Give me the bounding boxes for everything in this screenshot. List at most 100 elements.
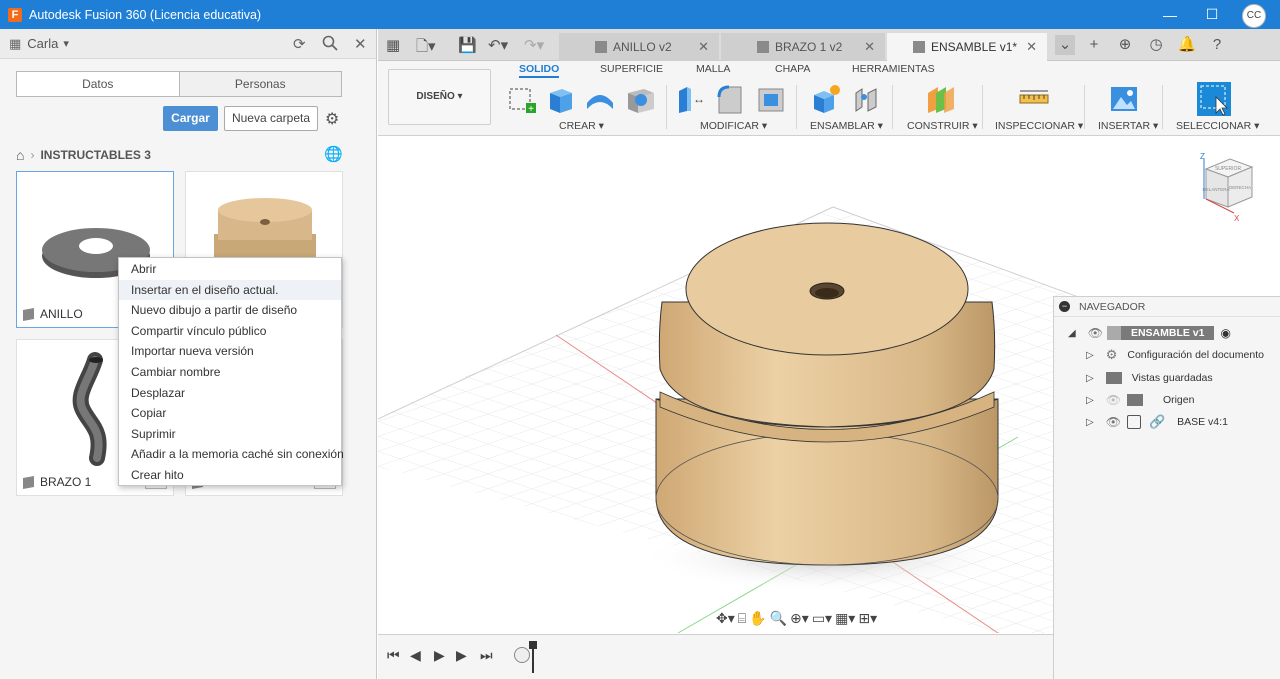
offset-plane-icon[interactable] [924, 83, 956, 115]
undo-icon[interactable]: ↶▾ [488, 36, 508, 54]
user-name[interactable]: Carla [27, 36, 58, 51]
refresh-icon[interactable]: ⟳ [293, 35, 306, 53]
file-menu-icon[interactable]: 🗋▾ [416, 36, 436, 61]
tab-personas[interactable]: Personas [178, 72, 341, 96]
avatar[interactable]: CC [1242, 4, 1266, 28]
new-tab-icon[interactable]: + [1084, 35, 1104, 55]
menu-item-insert-into-current-design[interactable]: Insertar en el diseño actual. [119, 279, 341, 301]
breadcrumb-project[interactable]: INSTRUCTABLES 3 [40, 148, 150, 162]
tab-solido[interactable]: SOLIDO [519, 63, 560, 78]
menu-item-open[interactable]: Abrir [119, 259, 341, 280]
menu-item-new-drawing[interactable]: Nuevo dibujo a partir de diseño [119, 300, 341, 321]
select-icon[interactable] [1196, 81, 1232, 117]
job-status-icon[interactable]: ◷ [1146, 35, 1166, 55]
tab-ensamble[interactable]: ENSAMBLE v1* ✕ [887, 33, 1047, 61]
tab-overflow-icon[interactable]: ⌄ [1055, 35, 1075, 55]
redo-icon[interactable]: ↷▾ [524, 36, 544, 54]
shell-icon[interactable] [755, 83, 787, 115]
navigator-item-origin[interactable]: ▷ 👁 Origen [1086, 389, 1194, 411]
press-pull-icon[interactable]: ↔ [675, 83, 707, 115]
navigator-item-named-views[interactable]: ▷ Vistas guardadas [1086, 367, 1213, 389]
menu-item-offline-cache[interactable]: Añadir a la memoria caché sin conexión [119, 444, 344, 465]
save-icon[interactable]: 💾 [458, 36, 477, 54]
joint-icon[interactable] [850, 83, 882, 115]
play-icon[interactable]: ▶ [434, 647, 445, 664]
expand-triangle-icon[interactable]: ◢ [1068, 328, 1076, 339]
tab-malla[interactable]: MALLA [696, 63, 730, 75]
close-tab-icon[interactable]: ✕ [698, 39, 709, 55]
chevron-down-icon[interactable]: ▾ [63, 37, 69, 50]
look-at-icon[interactable]: ⌸ [738, 610, 746, 627]
expand-triangle-icon[interactable]: ▷ [1086, 417, 1094, 428]
timeline-feature-icon[interactable] [514, 647, 530, 663]
navigator-root[interactable]: ◢ 👁 ENSAMBLE v1 ◉ [1068, 322, 1231, 344]
menu-item-move[interactable]: Desplazar [119, 383, 341, 404]
group-modify[interactable]: MODIFICAR ▾ [700, 120, 767, 132]
help-icon[interactable]: ? [1207, 35, 1227, 55]
viewcube[interactable]: SUPERIOR DELANTERA DERECHA Z X [1196, 151, 1260, 223]
viewports-icon[interactable]: ⊞▾ [858, 610, 877, 627]
group-assemble[interactable]: ENSAMBLAR ▾ [810, 120, 883, 132]
navigator-item-document-settings[interactable]: ▷ ⚙ Configuración del documento [1086, 344, 1264, 366]
minimize-button[interactable]: — [1148, 0, 1192, 29]
new-folder-button[interactable]: Nueva carpeta [224, 106, 318, 131]
revolve-icon[interactable] [584, 83, 616, 115]
group-select[interactable]: SELECCIONAR ▾ [1176, 120, 1259, 132]
orbit-icon[interactable]: ✥▾ [716, 610, 735, 627]
group-insert[interactable]: INSERTAR ▾ [1098, 120, 1158, 132]
insert-image-icon[interactable] [1108, 83, 1140, 115]
menu-item-copy[interactable]: Copiar [119, 403, 341, 424]
gear-icon[interactable]: ⚙ [325, 109, 339, 129]
menu-item-import-new-version[interactable]: Importar nueva versión [119, 341, 341, 362]
search-icon[interactable] [322, 35, 338, 55]
go-to-end-icon[interactable]: ⏭ [480, 647, 493, 664]
fit-icon[interactable]: ⊕▾ [790, 610, 809, 627]
group-construct[interactable]: CONSTRUIR ▾ [907, 120, 978, 132]
tab-anillo[interactable]: ANILLO v2 ✕ [559, 33, 719, 61]
activate-radio-icon[interactable]: ◉ [1220, 326, 1230, 340]
team-grid-icon[interactable]: ▦ [9, 36, 21, 52]
fillet-icon[interactable] [715, 83, 747, 115]
close-panel-icon[interactable]: ✕ [354, 35, 367, 53]
close-tab-icon[interactable]: ✕ [1026, 39, 1037, 55]
notifications-icon[interactable]: 🔔 [1177, 35, 1197, 55]
hole-icon[interactable] [624, 83, 656, 115]
extensions-icon[interactable]: ⊕ [1115, 35, 1135, 55]
grid-settings-icon[interactable]: ▦▾ [835, 610, 855, 627]
group-create[interactable]: CREAR ▾ [559, 120, 604, 132]
measure-icon[interactable] [1018, 83, 1050, 115]
tab-superficie[interactable]: SUPERFICIE [600, 63, 663, 75]
maximize-button[interactable]: ☐ [1190, 0, 1234, 29]
tab-chapa[interactable]: CHAPA [775, 63, 810, 75]
menu-item-rename[interactable]: Cambiar nombre [119, 362, 341, 383]
navigator-item-base[interactable]: ▷ 👁 🔗 BASE v4:1 [1086, 411, 1228, 433]
expand-triangle-icon[interactable]: ▷ [1086, 373, 1094, 384]
menu-item-create-milestone[interactable]: Crear hito [119, 465, 341, 486]
step-forward-icon[interactable]: ▶ [456, 647, 467, 664]
eye-hidden-icon[interactable]: 👁 [1106, 393, 1121, 407]
zoom-icon[interactable]: 🔍 [770, 610, 787, 627]
group-inspect[interactable]: INSPECCIONAR ▾ [995, 120, 1083, 132]
eye-icon[interactable]: 👁 [1106, 415, 1121, 429]
create-sketch-icon[interactable]: + [506, 83, 538, 115]
menu-item-delete[interactable]: Suprimir [119, 424, 341, 445]
home-icon[interactable]: ⌂ [16, 147, 24, 163]
display-settings-icon[interactable]: ▭▾ [812, 610, 832, 627]
pan-icon[interactable]: ✋ [749, 610, 766, 627]
expand-triangle-icon[interactable]: ▷ [1086, 395, 1094, 406]
workspace-switcher[interactable]: DISEÑO ▾ [388, 69, 491, 125]
close-tab-icon[interactable]: ✕ [864, 39, 875, 55]
globe-icon[interactable]: 🌐 [324, 145, 343, 163]
timeline-marker-handle[interactable] [529, 641, 537, 649]
upload-button[interactable]: Cargar [163, 106, 218, 131]
new-component-icon[interactable] [810, 83, 842, 115]
collapse-icon[interactable]: − [1059, 301, 1070, 312]
extrude-icon[interactable] [544, 83, 576, 115]
step-back-icon[interactable]: ◀ [410, 647, 421, 664]
tab-herramientas[interactable]: HERRAMIENTAS [852, 63, 935, 75]
menu-item-share-public-link[interactable]: Compartir vínculo público [119, 321, 341, 342]
expand-triangle-icon[interactable]: ▷ [1086, 350, 1094, 361]
tab-brazo[interactable]: BRAZO 1 v2 ✕ [721, 33, 885, 61]
navigator-header[interactable]: − NAVEGADOR [1054, 297, 1280, 317]
data-panel-toggle-icon[interactable]: ▦ [386, 36, 400, 54]
